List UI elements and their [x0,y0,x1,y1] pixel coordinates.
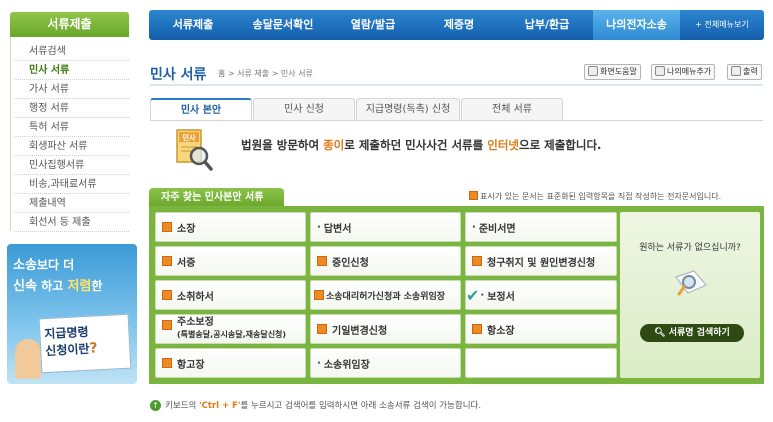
sidebar-item-bankruptcy[interactable]: 회생파산 서류 [14,137,129,156]
sidebar-item-rehab-submit[interactable]: 회선서 등 제출 [14,213,129,232]
doc-link-appeal[interactable]: 항소장 [465,314,617,344]
top-navigation: 서류제출 송달문서확인 열람/발급 제증명 납부/환급 나의전자소송 + 전체메… [149,10,764,40]
document-search-box: 원하는 서류가 없으십니까? 🔍︎ 서류명 검색하기 [620,206,764,384]
doc-link-objection-appeal[interactable]: 항고장 [155,348,306,378]
doc-link-address-correction[interactable]: 주소보정 (특별송달,공시송달,재송달신청) [155,314,306,344]
e-document-legend: 표시가 있는 문서는 표준화된 입력항목을 직접 작성하는 전자문서입니다. [469,191,721,202]
nav-payment-refund[interactable]: 납부/환급 [501,10,593,40]
sidebar-divider [10,37,11,231]
sidebar-item-search[interactable]: 서류검색 [14,42,129,61]
printer-icon [731,66,741,76]
tab-all-documents[interactable]: 전체 서류 [461,98,563,121]
promo-card: 지급명령 신청이란? [38,313,132,374]
tab-civil-main[interactable]: 민사 본안 [150,98,252,121]
nav-my-e-litigation[interactable]: 나의전자소송 [593,10,680,40]
doc-link-preparatory-brief[interactable]: · 준비서면 [465,212,617,242]
doc-link-answer[interactable]: · 답변서 [310,212,461,242]
e-document-marker-icon [162,358,172,368]
bookmark-icon [655,66,665,76]
tab-payment-order[interactable]: 지급명령(독촉) 신청 [356,98,460,121]
e-document-marker-icon [317,256,327,266]
promo-headline-2: 신속 하고 저렴한 [13,279,103,294]
nav-all-menu[interactable]: + 전체메뉴보기 [680,10,764,40]
help-button[interactable]: 화면도움말 [584,64,641,80]
tab-civil-application[interactable]: 민사 신청 [253,98,355,121]
doc-link-witness-request[interactable]: 증인신청 [310,246,461,276]
page-title: 민사 서류 [150,67,207,83]
doc-link-complaint[interactable]: 소장 [155,212,306,242]
promo-person-illustration [15,339,41,379]
breadcrumb: 홈 > 서류 제출 > 민사 서류 [218,69,313,78]
document-search-inner: 원하는 서류가 없으십니까? 🔍︎ 서류명 검색하기 [620,212,760,378]
e-document-marker-icon [162,222,172,232]
nav-view-issue[interactable]: 열람/발급 [329,10,417,40]
search-document-name-button[interactable]: 🔍︎ 서류명 검색하기 [640,324,744,342]
nav-certificates[interactable]: 제증명 [417,10,501,40]
search-icon: 🔍︎ [654,328,669,338]
e-document-marker-icon [317,324,327,334]
missing-document-question: 원하는 서류가 없으십니까? [639,243,741,253]
doc-link-date-change[interactable]: 기일변경신청 [310,314,461,344]
add-my-menu-button[interactable]: 나의메뉴추가 [651,64,716,80]
print-button[interactable]: 출력 [727,64,762,80]
empty-cell [465,348,617,378]
search-document-icon [675,270,707,296]
doc-link-claim-change[interactable]: 청구취지 및 원인변경신청 [465,246,617,276]
sidebar-menu: 서류검색 민사 서류 가사 서류 행정 서류 특허 서류 회생파산 서류 민사집… [14,42,129,232]
category-tabs: 민사 본안 민사 신청 지급명령(독촉) 신청 전체 서류 [150,98,564,121]
doc-icon-label: 민사 [183,133,196,142]
e-document-marker-icon [162,320,172,330]
doc-link-amendment[interactable]: ✔ · 보정서 [465,280,617,310]
sidebar-item-civil[interactable]: 민사 서류 [14,61,129,80]
e-document-marker-icon [472,256,482,266]
sidebar-item-patent[interactable]: 특허 서류 [14,118,129,137]
sidebar-item-administrative[interactable]: 행정 서류 [14,99,129,118]
checkmark-icon: ✔ [466,285,480,305]
sidebar-item-execution[interactable]: 민사집행서류 [14,156,129,175]
payment-order-promo-banner[interactable]: 소송보다 더 신속 하고 저렴한 지급명령 신청이란? [7,244,137,384]
doc-link-agent-permission[interactable]: 소송대리허가신청과 소송위임장 [310,280,461,310]
frequent-docs-grid: 소장 · 답변서 · 준비서면 서증 증인신청 청구취지 및 원인변경신청 소취하서… [155,212,617,378]
frequent-docs-title: 자주 찾는 민사본안 서류 [149,188,284,208]
nav-delivery-check[interactable]: 송달문서확인 [237,10,329,40]
title-divider [150,84,763,86]
e-document-marker-icon [469,191,478,200]
sidebar-item-history[interactable]: 제출내역 [14,194,129,213]
keyboard-search-tip: ↑ 키보드의 'Ctrl + F'를 누르시고 검색어를 입력하시면 아래 소송서… [150,399,481,411]
e-document-marker-icon [162,290,172,300]
doc-link-documentary-evidence[interactable]: 서증 [155,246,306,276]
nav-submit-documents[interactable]: 서류제출 [149,10,237,40]
sidebar-item-family[interactable]: 가사 서류 [14,80,129,99]
doc-link-withdrawal[interactable]: 소취하서 [155,280,306,310]
promo-headline-1: 소송보다 더 [13,258,75,273]
info-circle-icon: ↑ [150,400,161,411]
intro-text: 법원을 방문하여 종이로 제출하던 민사사건 서류를 인터넷으로 제출합니다. [241,138,602,152]
e-document-marker-icon [162,256,172,266]
e-document-marker-icon [314,290,324,300]
promo-card-line2: 신청이란? [44,340,98,359]
tab-divider [150,120,763,121]
doc-link-power-of-attorney[interactable]: · 소송위임장 [310,348,461,378]
e-document-marker-icon [472,324,482,334]
civil-document-magnifier-icon: 민사 [176,129,213,171]
info-icon [588,66,598,76]
frequent-docs-panel: 소장 · 답변서 · 준비서면 서증 증인신청 청구취지 및 원인변경신청 소취하서… [149,206,620,384]
sidebar-item-noncontentious[interactable]: 비송,과태료서류 [14,175,129,194]
sidebar-header[interactable]: 서류제출 [10,12,129,37]
